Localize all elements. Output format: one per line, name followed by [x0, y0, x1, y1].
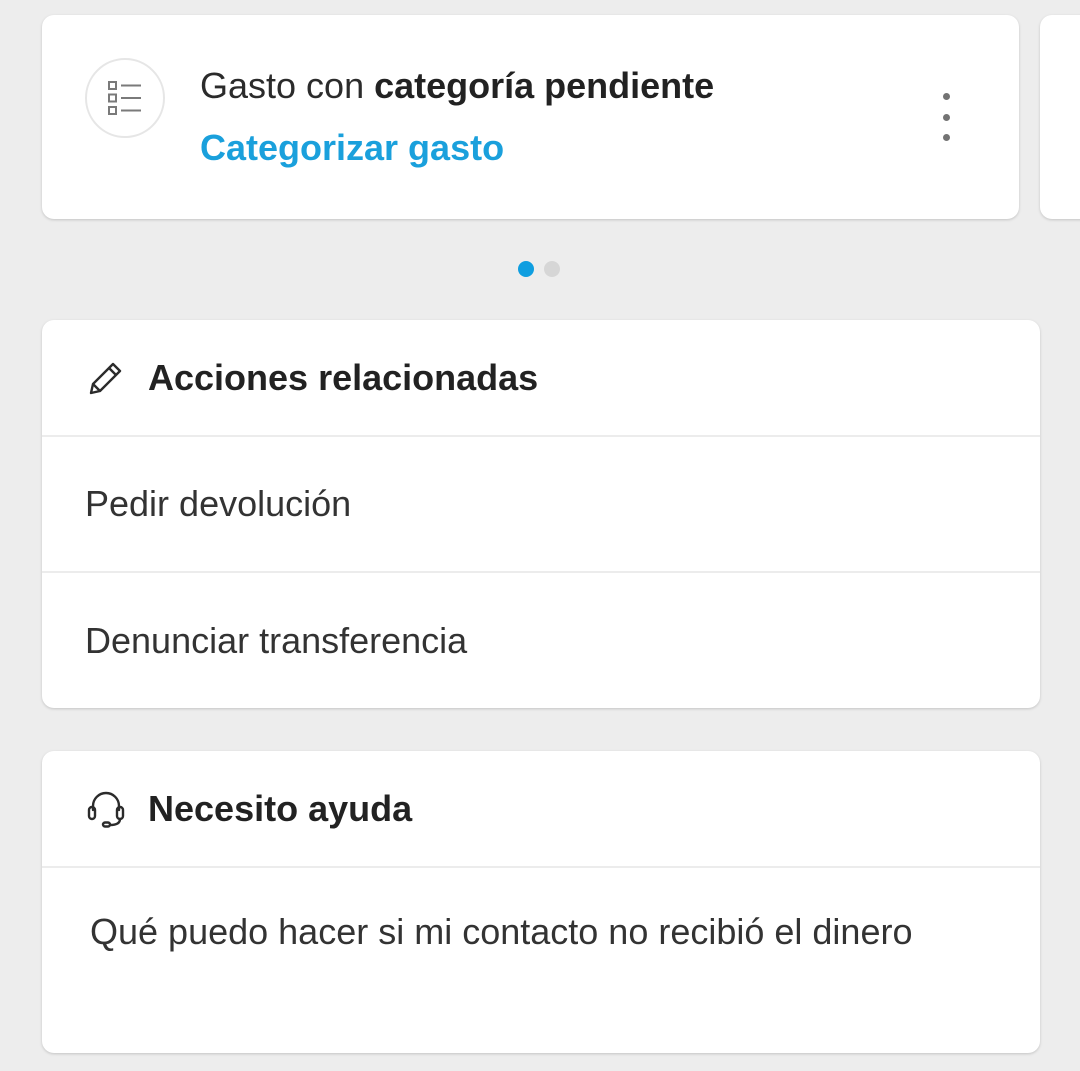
carousel-pagination [518, 261, 560, 277]
help-title: Necesito ayuda [148, 787, 413, 829]
headset-icon [86, 789, 126, 829]
related-actions-header: Acciones relacionadas [42, 320, 1040, 435]
related-actions-card: Acciones relacionadas Pedir devolución D… [42, 320, 1040, 708]
notification-card[interactable]: Gasto con categoría pendiente Categoriza… [42, 15, 1019, 219]
next-notification-card-peek[interactable] [1040, 15, 1080, 219]
categorize-expense-link[interactable]: Categorizar gasto [200, 127, 504, 169]
list-item-label: Pedir devolución [85, 483, 352, 524]
pagination-dot[interactable] [544, 261, 560, 277]
help-article-link[interactable]: Qué puedo hacer si mi contacto no recibi… [90, 903, 950, 961]
related-actions-title: Acciones relacionadas [148, 356, 539, 398]
notification-title-prefix: Gasto con [200, 65, 375, 106]
help-card: Necesito ayuda Qué puedo hacer si mi con… [42, 751, 1040, 1053]
list-icon [85, 58, 165, 138]
list-item-report-transfer[interactable]: Denunciar transferencia [42, 573, 1040, 708]
list-item-label: Denunciar transferencia [85, 619, 468, 661]
notification-title: Gasto con categoría pendiente [200, 65, 714, 107]
pencil-icon [86, 358, 126, 398]
help-header: Necesito ayuda [42, 751, 1040, 866]
more-vert-icon[interactable] [930, 93, 962, 141]
notification-title-bold: categoría pendiente [374, 65, 715, 106]
divider [42, 866, 1040, 868]
list-item-request-refund[interactable]: Pedir devolución [42, 437, 1040, 571]
pagination-dot-active[interactable] [518, 261, 534, 277]
